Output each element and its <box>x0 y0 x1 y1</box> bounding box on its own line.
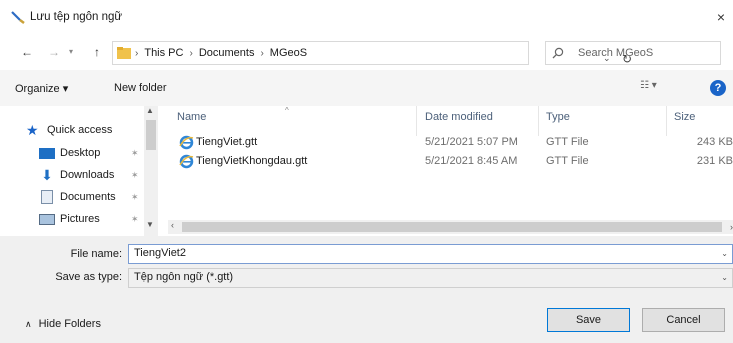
sidebar-item-label: Quick access <box>47 124 113 136</box>
sidebar-item-downloads[interactable]: ⬇ Downloads ✶ <box>39 165 184 185</box>
pin-icon: ✶ <box>131 147 139 158</box>
chevron-up-icon: ∧ <box>25 318 32 329</box>
save-panel: File name: TiengViet2 ⌄ Save as type: Tệ… <box>0 236 733 343</box>
breadcrumb-this-pc[interactable]: This PC <box>144 47 183 59</box>
desktop-icon <box>39 147 55 159</box>
documents-icon <box>41 190 53 204</box>
save-button[interactable]: Save <box>547 308 630 332</box>
save-as-type-select[interactable]: Tệp ngôn ngữ (*.gtt) ⌄ <box>128 268 733 288</box>
search-input[interactable]: Search MGeoS <box>545 41 721 65</box>
search-icon <box>552 47 564 59</box>
table-row[interactable]: TiengViet.gtt 5/21/2021 5:07 PM GTT File… <box>164 134 733 152</box>
file-list: Name ^ Date modified Type Size TiengViet… <box>164 106 733 236</box>
save-as-type-value: Tệp ngôn ngữ (*.gtt) <box>134 271 234 283</box>
chevron-right-icon[interactable]: › <box>189 48 192 59</box>
recent-locations-chevron-icon[interactable]: ▾ <box>62 43 80 61</box>
file-type: GTT File <box>546 155 589 167</box>
scroll-up-icon[interactable]: ▲ <box>146 106 154 115</box>
navpane-scrollbar[interactable]: ▲ ▼ <box>144 106 158 236</box>
chevron-down-icon[interactable]: ⌄ <box>721 249 728 258</box>
column-header-size[interactable]: Size <box>674 111 695 123</box>
view-options-icon[interactable]: ☷ ▾ <box>640 80 668 96</box>
navigation-bar: ← → ▾ ↑ › This PC › Documents › MGeoS ⌄ … <box>0 36 733 70</box>
pin-icon: ✶ <box>131 169 139 180</box>
internet-explorer-file-icon <box>179 154 194 169</box>
column-divider[interactable] <box>666 106 667 136</box>
sidebar-item-label: Desktop <box>60 147 101 159</box>
command-bar: Organize ▾ New folder ☷ ▾ ? <box>0 70 733 106</box>
save-as-type-label: Save as type: <box>55 271 122 283</box>
column-header-name[interactable]: Name <box>177 111 206 123</box>
folder-icon <box>117 47 131 59</box>
scroll-left-icon[interactable]: ‹ <box>171 220 174 230</box>
organize-button[interactable]: Organize ▾ <box>15 82 68 95</box>
star-icon: ★ <box>26 122 39 138</box>
table-row[interactable]: TiengVietKhongdau.gtt 5/21/2021 8:45 AM … <box>164 153 733 171</box>
scroll-down-icon[interactable]: ▼ <box>146 220 154 229</box>
window-title: Lưu tệp ngôn ngữ <box>30 11 123 23</box>
sidebar-item-label: Downloads <box>60 169 115 181</box>
internet-explorer-file-icon <box>179 135 194 150</box>
file-date: 5/21/2021 5:07 PM <box>425 136 518 148</box>
new-folder-button[interactable]: New folder <box>114 82 167 94</box>
horizontal-scrollbar[interactable]: ‹ › <box>168 220 733 234</box>
column-header-date[interactable]: Date modified <box>425 111 493 123</box>
file-name: TiengViet.gtt <box>196 136 258 148</box>
file-name-field[interactable]: TiengViet2 ⌄ <box>128 244 733 264</box>
column-divider[interactable] <box>416 106 417 136</box>
file-size: 231 KB <box>696 155 733 167</box>
close-button[interactable]: × <box>709 6 733 28</box>
forward-arrow-icon[interactable]: → <box>45 43 63 61</box>
sidebar-item-pictures[interactable]: Pictures ✶ <box>39 209 184 229</box>
breadcrumb: › This PC › Documents › MGeoS <box>135 47 307 59</box>
back-arrow-icon[interactable]: ← <box>18 43 36 61</box>
title-bar: Lưu tệp ngôn ngữ × <box>0 0 733 36</box>
hide-folders-button[interactable]: ∧ Hide Folders <box>25 318 101 330</box>
file-name-label: File name: <box>70 248 122 260</box>
cancel-button[interactable]: Cancel <box>642 308 725 332</box>
breadcrumb-mgeos[interactable]: MGeoS <box>270 47 307 59</box>
chevron-right-icon: › <box>135 47 139 59</box>
file-date: 5/21/2021 8:45 AM <box>425 155 518 167</box>
sidebar-item-documents[interactable]: Documents ✶ <box>39 187 184 207</box>
scrollbar-thumb[interactable] <box>146 120 156 150</box>
help-icon[interactable]: ? <box>710 80 726 96</box>
pin-icon: ✶ <box>131 213 139 224</box>
pin-icon: ✶ <box>131 191 139 202</box>
scrollbar-thumb[interactable] <box>182 222 722 232</box>
navigation-pane: ★ Quick access Desktop ✶ ⬇ Downloads ✶ D… <box>0 106 158 236</box>
sidebar-item-label: Pictures <box>60 213 100 225</box>
sort-ascending-icon: ^ <box>285 106 289 115</box>
file-size: 243 KB <box>696 136 733 148</box>
file-name: TiengVietKhongdau.gtt <box>196 155 308 167</box>
chevron-right-icon[interactable]: › <box>260 48 263 59</box>
brush-app-icon <box>11 11 25 24</box>
sidebar-item-label: Documents <box>60 191 116 203</box>
breadcrumb-documents[interactable]: Documents <box>199 47 255 59</box>
file-name-value: TiengViet2 <box>134 247 186 259</box>
address-bar[interactable]: › This PC › Documents › MGeoS ⌄ ↻ <box>112 41 632 66</box>
column-header-type[interactable]: Type <box>546 111 570 123</box>
up-arrow-icon[interactable]: ↑ <box>88 43 106 61</box>
download-arrow-icon: ⬇ <box>41 167 53 183</box>
pictures-icon <box>39 213 55 225</box>
search-placeholder: Search MGeoS <box>578 47 654 59</box>
hide-folders-label: Hide Folders <box>38 318 101 330</box>
column-divider[interactable] <box>538 106 539 136</box>
file-type: GTT File <box>546 136 589 148</box>
sidebar-item-desktop[interactable]: Desktop ✶ <box>39 143 184 163</box>
chevron-down-icon[interactable]: ⌄ <box>721 273 728 282</box>
